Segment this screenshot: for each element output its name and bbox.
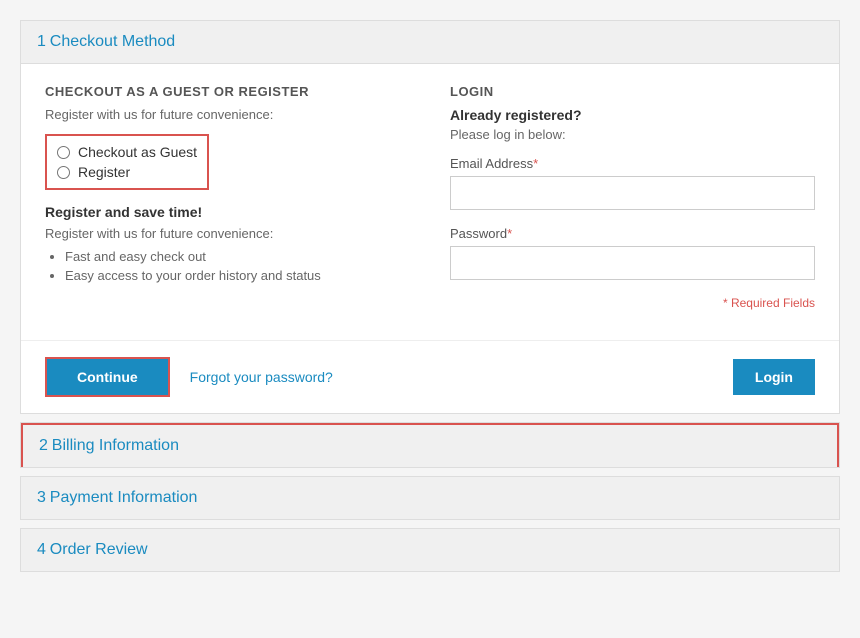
checkout-method-body: CHECKOUT AS A GUEST OR REGISTER Register… bbox=[21, 64, 839, 340]
billing-information-section: 2 Billing Information bbox=[20, 422, 840, 468]
section-2-num: 2 bbox=[39, 437, 48, 454]
email-form-group: Email Address* bbox=[450, 156, 815, 210]
section-4-title: Order Review bbox=[50, 541, 148, 558]
continue-button[interactable]: Continue bbox=[45, 357, 170, 397]
section-3-num: 3 bbox=[37, 489, 46, 506]
checkout-register-radio[interactable] bbox=[57, 166, 70, 179]
actions-left: Continue Forgot your password? bbox=[45, 357, 333, 397]
already-registered-text: Already registered? bbox=[450, 107, 815, 123]
actions-right: Login bbox=[733, 359, 815, 395]
checkout-right: LOGIN Already registered? Please log in … bbox=[450, 84, 815, 320]
email-input[interactable] bbox=[450, 176, 815, 210]
register-label: Register with us for future convenience: bbox=[45, 226, 410, 241]
email-label: Email Address* bbox=[450, 156, 815, 171]
billing-information-header[interactable]: 2 Billing Information bbox=[21, 423, 839, 467]
password-input[interactable] bbox=[450, 246, 815, 280]
section-2-title: Billing Information bbox=[52, 437, 179, 454]
section-3-title: Payment Information bbox=[50, 489, 198, 506]
checkout-register-option[interactable]: Register bbox=[57, 164, 197, 180]
password-required-star: * bbox=[507, 226, 512, 241]
forgot-password-link[interactable]: Forgot your password? bbox=[190, 369, 333, 385]
email-required-star: * bbox=[533, 156, 538, 171]
checkout-guest-label: Checkout as Guest bbox=[78, 144, 197, 160]
actions-row: Continue Forgot your password? Login bbox=[21, 340, 839, 413]
order-review-header[interactable]: 4 Order Review bbox=[21, 529, 839, 571]
required-fields-note: * Required Fields bbox=[450, 296, 815, 310]
password-label: Password* bbox=[450, 226, 815, 241]
guest-register-heading: CHECKOUT AS A GUEST OR REGISTER bbox=[45, 84, 410, 99]
register-convenience-label: Register with us for future convenience: bbox=[45, 107, 410, 122]
checkout-grid: CHECKOUT AS A GUEST OR REGISTER Register… bbox=[45, 84, 815, 320]
checkout-radio-group: Checkout as Guest Register bbox=[45, 134, 209, 190]
password-form-group: Password* bbox=[450, 226, 815, 280]
section-1-title-label: Checkout Method bbox=[50, 33, 175, 50]
benefit-2: Easy access to your order history and st… bbox=[65, 268, 410, 283]
section-1-title: 1 bbox=[37, 33, 46, 50]
checkout-register-label: Register bbox=[78, 164, 130, 180]
benefits-list: Fast and easy check out Easy access to y… bbox=[45, 249, 410, 283]
please-log-in-text: Please log in below: bbox=[450, 127, 815, 142]
page-wrapper: 1 Checkout Method CHECKOUT AS A GUEST OR… bbox=[20, 20, 840, 572]
checkout-method-section: 1 Checkout Method CHECKOUT AS A GUEST OR… bbox=[20, 20, 840, 414]
login-button[interactable]: Login bbox=[733, 359, 815, 395]
payment-information-header[interactable]: 3 Payment Information bbox=[21, 477, 839, 519]
benefit-1: Fast and easy check out bbox=[65, 249, 410, 264]
section-4-num: 4 bbox=[37, 541, 46, 558]
payment-information-section: 3 Payment Information bbox=[20, 476, 840, 520]
checkout-left: CHECKOUT AS A GUEST OR REGISTER Register… bbox=[45, 84, 410, 320]
checkout-guest-radio[interactable] bbox=[57, 146, 70, 159]
checkout-method-header: 1 Checkout Method bbox=[21, 21, 839, 64]
save-time-heading: Register and save time! bbox=[45, 204, 410, 220]
order-review-section: 4 Order Review bbox=[20, 528, 840, 572]
checkout-guest-option[interactable]: Checkout as Guest bbox=[57, 144, 197, 160]
login-heading: LOGIN bbox=[450, 84, 815, 99]
